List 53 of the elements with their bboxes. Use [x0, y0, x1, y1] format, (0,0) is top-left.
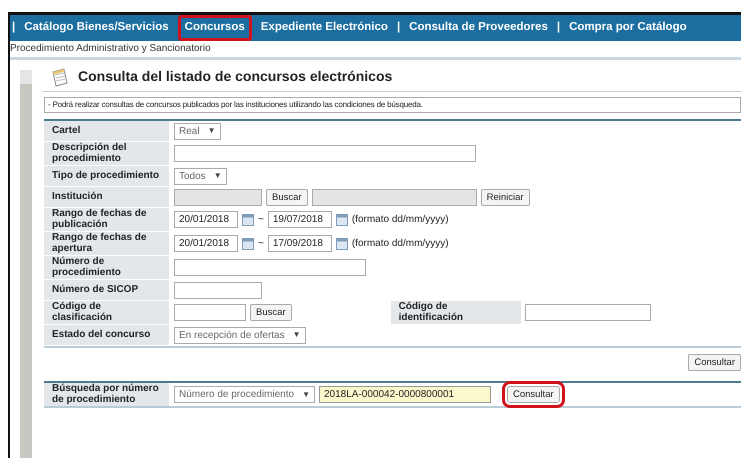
field-label: Descripción del procedimiento [44, 142, 169, 165]
field-label: Rango de fechas de publicación [44, 208, 169, 231]
field-label: Rango de fechas de apertura [44, 232, 169, 255]
field-label: Código de clasificación [44, 301, 169, 324]
search-button[interactable]: Buscar [250, 304, 292, 321]
date-field[interactable]: 17/09/2018 [268, 235, 332, 252]
nav-link[interactable]: Compra por Catálogo [562, 15, 694, 41]
calendar-icon[interactable] [336, 214, 348, 226]
nav-link[interactable]: Catálogo Bienes/Servicios [17, 15, 176, 41]
search-button[interactable]: Buscar [266, 188, 308, 206]
input-field[interactable] [312, 188, 477, 206]
page-title: Consulta del listado de concursos electrónicos [78, 67, 392, 86]
calendar-icon[interactable] [242, 238, 254, 250]
range-separator: ~ [258, 237, 264, 251]
format-hint: (formato dd/mm/yyyy) [352, 213, 449, 227]
field-label: Institución [44, 187, 169, 207]
field-label: Búsqueda por número de procedimiento [44, 383, 169, 406]
input-field[interactable] [524, 304, 651, 321]
field-label: Tipo de procedimiento [44, 166, 169, 186]
nav-separator: | [12, 20, 16, 36]
field-label: Estado del concurso [44, 325, 169, 345]
input-field[interactable] [174, 188, 262, 206]
dropdown[interactable]: Real ▼ [174, 122, 220, 140]
reset-button[interactable]: Reiniciar [480, 188, 530, 206]
date-field[interactable]: 20/01/2018 [174, 211, 238, 228]
scrollbar[interactable] [20, 70, 32, 458]
calendar-icon[interactable] [242, 214, 254, 226]
input-field[interactable] [174, 145, 476, 162]
nav-separator: | [556, 20, 560, 36]
dropdown[interactable]: Todos ▼ [174, 168, 227, 184]
nav-link[interactable]: Concursos [178, 15, 252, 41]
info-message: - Podrá realizar consultas de concursos publicados por las instituciones utilizando las condiciones de búsqueda. [44, 97, 741, 113]
notepad-icon [50, 66, 70, 86]
date-field[interactable]: 19/07/2018 [268, 211, 332, 228]
input-field[interactable] [174, 304, 246, 321]
field-label: Código de identificación [390, 301, 521, 324]
input-field[interactable]: 2018LA-000042-0000800001 [318, 386, 491, 403]
dropdown[interactable]: Número de procedimiento ▼ [174, 386, 315, 403]
nav-separator: | [396, 20, 400, 36]
consult-button[interactable]: Consultar [688, 354, 741, 371]
field-label: Número de SICOP [44, 280, 169, 300]
breadcrumb-link[interactable]: Procedimiento Administrativo y Sancionatorio [10, 41, 741, 60]
dropdown[interactable]: En recepción de ofertas ▼ [174, 326, 306, 344]
field-label: Cartel [44, 121, 169, 141]
field-label: Número de procedimiento [44, 256, 169, 279]
range-separator: ~ [258, 213, 264, 227]
input-field[interactable] [174, 259, 366, 276]
date-field[interactable]: 20/01/2018 [174, 235, 238, 252]
nav-link[interactable]: Expediente Electrónico [254, 15, 395, 41]
input-field[interactable] [174, 282, 262, 298]
calendar-icon[interactable] [336, 238, 348, 250]
nav-link[interactable]: Consulta de Proveedores [402, 15, 555, 41]
format-hint: (formato dd/mm/yyyy) [352, 237, 449, 251]
